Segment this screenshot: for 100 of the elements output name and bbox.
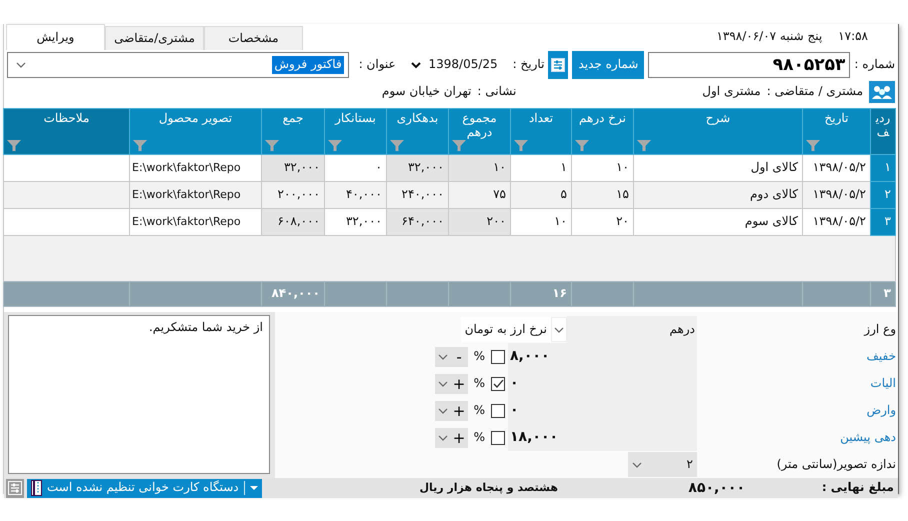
title-dropdown[interactable]: فاکتور فروش	[7, 52, 349, 78]
table-cell: ۲۰۰,۰۰۰	[262, 182, 324, 208]
checkbox[interactable]	[491, 376, 505, 390]
caret-icon	[438, 434, 448, 440]
column-title: تعداد	[528, 111, 554, 127]
column-header[interactable]: جمع	[262, 108, 324, 154]
checkbox[interactable]	[491, 430, 505, 444]
notes-box[interactable]: از خرید شما متشکریم.	[8, 315, 270, 474]
adjustment-value: ۱۸,۰۰۰	[508, 424, 697, 451]
table-cell: ۱	[870, 154, 896, 182]
caret-icon	[438, 380, 448, 386]
table-cell: ۱۳۹۸/۰۵/۲	[802, 182, 870, 208]
table-cell: E:\work\faktor\Repo	[130, 154, 262, 182]
column-header[interactable]: شرح	[634, 108, 802, 154]
sign-button[interactable]: -	[450, 346, 468, 366]
customer-name: مشتری اول	[702, 84, 761, 100]
table-cell: ۲۴۰,۰۰۰	[386, 182, 448, 208]
table-cell: ۳۲,۰۰۰	[262, 154, 324, 182]
adjustment-link[interactable]: خفیف	[697, 348, 898, 364]
column-header[interactable]: تصویر محصول	[130, 108, 262, 154]
clock-date: پنج شنبه ۱۳۹۸/۰۶/۰۷	[716, 29, 822, 45]
table-cell: ۳۲,۰۰۰	[324, 208, 386, 236]
column-header[interactable]: تعداد	[510, 108, 572, 154]
table-cell: ۷۵	[448, 182, 510, 208]
customer-label: مشتری / متقاضی :	[766, 84, 863, 100]
column-header[interactable]: ملاحظات	[4, 108, 130, 154]
tab[interactable]: ویرایش	[6, 24, 105, 50]
adjustment-link[interactable]: دهی پیشین	[697, 430, 898, 446]
column-title: بستانکار	[334, 111, 377, 127]
table-cell: ۱	[510, 154, 572, 182]
address-label: نشانی :	[477, 84, 516, 100]
percent-label: %	[474, 348, 485, 364]
column-title: ردیف	[874, 111, 892, 141]
column-title: جمع	[282, 111, 304, 127]
checkbox[interactable]	[491, 404, 505, 418]
dropdown-button[interactable]	[434, 346, 451, 366]
caret-icon	[250, 486, 258, 490]
table-cell: ۱۰	[572, 154, 634, 182]
column-header[interactable]: بدهکاری	[386, 108, 448, 154]
column-title: شرح	[704, 111, 732, 127]
date-label: تاریخ :	[512, 57, 544, 73]
settings-button[interactable]	[6, 478, 24, 498]
table-cell: ۳	[870, 208, 896, 236]
filter-icon	[575, 140, 589, 151]
column-header[interactable]: نرخ درهم	[572, 108, 634, 154]
tab[interactable]: مشتری/متقاضی	[105, 26, 204, 50]
dropdown-button[interactable]	[434, 428, 451, 448]
adjustment-link[interactable]: وارض	[697, 402, 898, 418]
table-cell: ۱۵	[572, 182, 634, 208]
dropdown-button[interactable]	[434, 374, 451, 394]
column-title: نرخ درهم	[578, 111, 627, 127]
column-header[interactable]: ردیف	[870, 108, 896, 154]
sign-button[interactable]: +	[450, 374, 468, 394]
clock-time: ۱۷:۵۸	[838, 29, 868, 45]
table-cell: ۶۰۸,۰۰۰	[262, 208, 324, 236]
filter-icon	[328, 140, 342, 151]
total-label: مبلغ نهایی :	[820, 480, 895, 496]
caret-icon	[438, 408, 448, 414]
total-cell: ۸۴۰,۰۰۰	[262, 282, 324, 306]
column-header[interactable]: تاریخ	[802, 108, 870, 154]
sign-button[interactable]: +	[450, 428, 468, 448]
adjustment-value: ۰	[508, 370, 697, 397]
table-cell: کالای سوم	[634, 208, 802, 236]
filter-icon	[390, 140, 404, 151]
column-title: ملاحظات	[42, 111, 90, 127]
adjustment-value: ۸,۰۰۰	[508, 343, 697, 370]
table-cell: ۱۳۹۸/۰۵/۲	[802, 208, 870, 236]
currency-label: وع ارز	[862, 322, 897, 338]
card-icon	[31, 480, 42, 496]
column-header[interactable]: مجموع درهم	[448, 108, 510, 154]
table-cell: ۴۰,۰۰۰	[324, 182, 386, 208]
filter-icon	[806, 140, 820, 151]
sign-button[interactable]: +	[450, 400, 468, 420]
image-size-dropdown[interactable]: ۲	[628, 452, 697, 477]
settings-icon	[8, 481, 22, 495]
adjustment-link[interactable]: الیات	[697, 376, 898, 392]
filter-icon	[265, 140, 279, 151]
card-reader-status[interactable]: دستگاه کارت خوانی تنظیم نشده است	[27, 478, 262, 498]
checkbox[interactable]	[491, 350, 505, 364]
column-title: مجموع درهم	[461, 111, 498, 140]
caret-icon	[16, 62, 26, 68]
table-cell: ۱۰	[448, 154, 510, 182]
new-number-button[interactable]: شماره جدید	[572, 51, 644, 79]
column-title: بدهکاری	[396, 111, 440, 127]
adjustment-value: ۰	[508, 397, 697, 424]
total-value: ۸۵۰,۰۰۰	[687, 478, 746, 498]
rate-dropdown[interactable]: نرخ ارز به تومان	[460, 317, 567, 342]
filter-icon	[452, 140, 466, 151]
table-cell: کالای اول	[634, 154, 802, 182]
number-field[interactable]: ۹۸۰۵۲۵۳	[648, 52, 850, 78]
column-title: تصویر محصول	[158, 111, 234, 127]
tab[interactable]: مشخصات	[204, 26, 303, 50]
column-header[interactable]: بستانکار	[324, 108, 386, 154]
table-cell: ۱۳۹۸/۰۵/۲	[802, 154, 870, 182]
table-cell: ۵	[510, 182, 572, 208]
dropdown-button[interactable]	[434, 400, 451, 420]
address-value: تهران خیابان سوم	[382, 84, 472, 100]
people-icon	[869, 81, 895, 103]
status-text: دستگاه کارت خوانی تنظیم نشده است	[47, 480, 239, 496]
column-title: تاریخ	[824, 111, 850, 127]
